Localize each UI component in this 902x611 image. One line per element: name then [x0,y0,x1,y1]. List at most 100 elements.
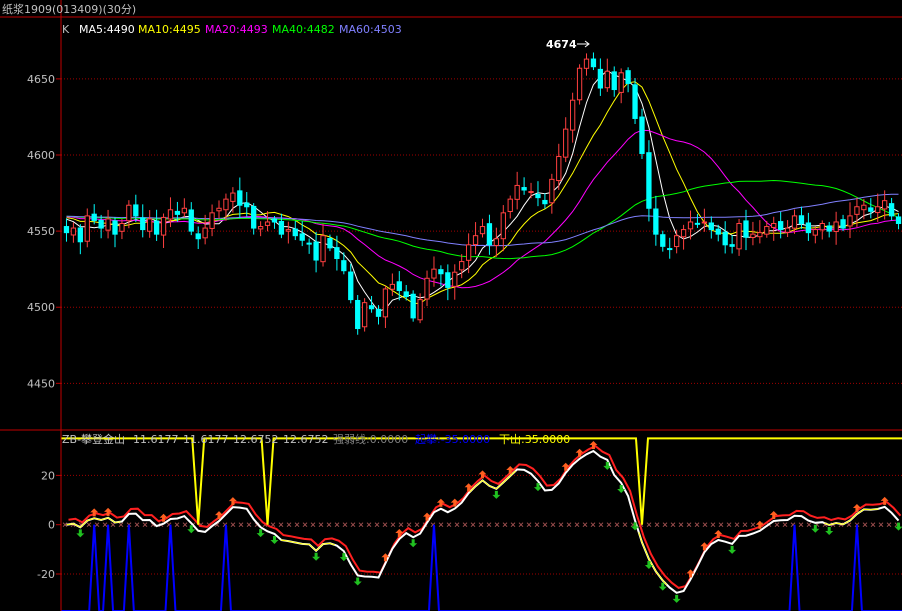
candle-body [563,128,569,158]
candle-body [833,221,839,233]
sell-arrow-icon [353,577,362,586]
candle-body [223,198,229,211]
candle-body [459,261,465,271]
candle-body [653,208,659,235]
candle-body [757,232,763,238]
candle-body [535,193,541,199]
candle-body [729,244,735,247]
strength-line-marker [470,522,476,528]
candle-body [840,219,846,229]
page-title: 纸浆1909(013409)(30分) [2,2,136,16]
candle-body [868,207,874,212]
candle-body [375,308,382,317]
strength-line-marker [646,522,652,528]
strength-line-marker [670,522,676,528]
candle-body [334,247,340,260]
strength-line-marker [622,522,628,528]
strength-line-marker [438,522,444,528]
candle-body [597,68,604,89]
ma-legend: MA5:4490 MA10:4495 MA20:4493 MA40:4482 M… [79,23,402,36]
candle-body [465,244,472,261]
candle-body [368,305,375,310]
strength-line-marker [414,522,420,528]
strength-line-marker [726,522,732,528]
candle-body [895,216,902,224]
candle-body [514,184,520,200]
strength-line-marker [590,522,596,528]
descend-value: 下山:35.0000 [499,433,570,446]
candle-body [452,271,458,287]
candle-body [389,283,396,290]
candle-body [382,288,389,318]
strength-line-marker [734,522,740,528]
price-tick-label: 4450 [27,377,55,390]
strength-line-marker [582,522,588,528]
ma-line-ma5 [66,70,899,312]
candle-body [875,206,881,214]
candle-body [167,209,174,220]
candle-body [91,213,97,221]
candle-body [147,218,153,232]
candle-body [153,220,160,235]
candle-body [784,227,791,233]
indicator-value-3: 12.6752 [233,433,279,446]
strength-line-value: 强弱线:0.0000 [333,432,408,446]
axes: 4650 4600 4550 4500 4450 20 0 -20 [0,0,902,611]
strength-line-marker [454,522,460,528]
candle-body [431,268,437,279]
price-tick-label: 4500 [27,301,55,314]
strength-line-marker [702,522,708,528]
candle-body [313,241,319,261]
candle-body [216,207,222,212]
strength-line-marker [742,522,748,528]
strength-line-marker [238,522,244,528]
candle-body [355,299,361,330]
strength-line-marker [462,522,468,528]
candle-body [660,234,666,247]
candle-body [590,58,597,68]
candle-body [812,229,818,236]
candlesticks [63,52,902,335]
candle-body [348,271,354,301]
strength-line-marker [318,522,324,528]
candle-body [771,223,777,228]
candle-body [306,242,312,245]
strength-line-marker [334,522,340,528]
candle-body [667,248,673,251]
indicator-tick-label: 0 [48,519,55,532]
strength-line-marker [886,522,892,528]
candle-body [438,269,444,275]
candle-body [341,260,347,272]
strength-line-marker [870,522,876,528]
strength-line-marker [270,522,276,528]
strength-line-marker [406,522,412,528]
strength-line-marker [374,522,380,528]
strength-line-marker [302,522,308,528]
candle-body [202,227,208,239]
candle-body [632,84,638,119]
candle-body [403,291,409,298]
strength-line-marker [878,522,884,528]
candle-body [445,272,451,288]
candle-body [521,187,527,191]
candle-body [680,229,687,238]
buy-arrow-icon [769,511,778,520]
candle-body [70,227,77,236]
strength-line-marker [486,522,492,528]
candle-body [230,192,236,202]
strength-line-marker [518,522,524,528]
candle-body [542,199,548,205]
sell-arrow-icon [256,529,265,538]
strength-line-marker [118,522,124,528]
sell-arrow-icon [76,529,85,538]
indicator-value-4: 12.6752 [283,433,329,446]
buy-arrow-icon [228,497,237,506]
strength-line-marker [710,522,716,528]
sell-arrow-icon [339,553,348,562]
candle-body [410,293,416,319]
strength-line-marker [142,522,148,528]
candle-body [625,70,631,84]
price-tick-label: 4650 [27,73,55,86]
strength-line-marker [286,522,292,528]
candle-body [133,204,139,217]
